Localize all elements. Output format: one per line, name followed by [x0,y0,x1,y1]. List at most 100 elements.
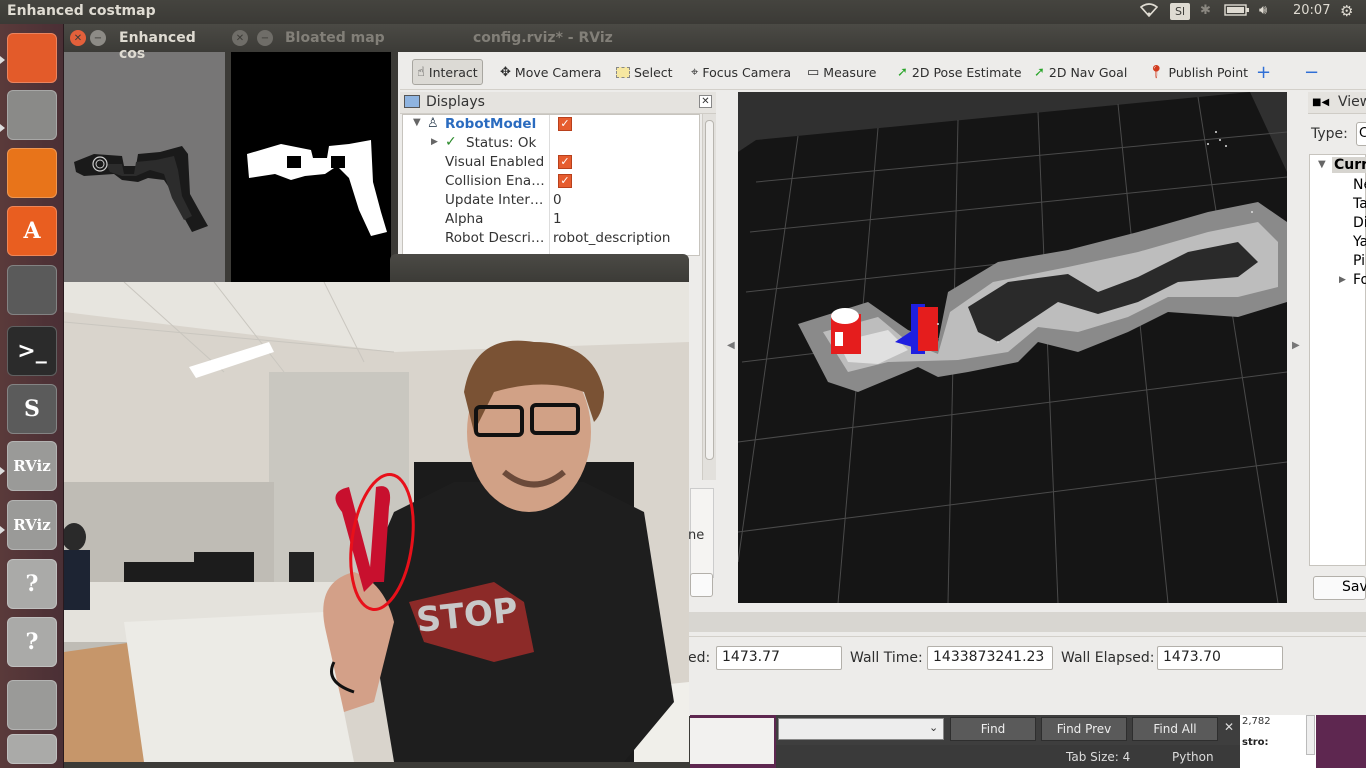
top-panel: Enhanced costmap Sl ✱ 🔊︎ 20:07 ⚙ [0,0,1366,24]
rviz-toolbar: ☝ Interact ✥ Move Camera Select ⌖ Focus Cam… [400,52,1366,90]
pose-estimate-tool[interactable]: ➚ 2D Pose Estimate [893,59,1026,85]
nav-goal-label: 2D Nav Goal [1048,64,1128,80]
rviz-titlebar[interactable]: config.rviz* - RViz [398,24,1366,52]
move-camera-tool[interactable]: ✥ Move Camera [496,59,605,85]
nav-goal-tool[interactable]: ➚ 2D Nav Goal [1030,59,1131,85]
launcher-ubuntu-logo-icon[interactable] [7,33,57,83]
view-prop-pitch[interactable]: Pi [1353,253,1365,269]
view-prop-near[interactable]: Ne [1353,177,1366,193]
close-find-icon[interactable]: ✕ [1224,720,1234,734]
clock[interactable]: 20:07 [1293,3,1330,18]
wall-time-label: Wall Time: [850,650,923,666]
costmap-titlebar[interactable]: ✕ − Enhanced cos [64,24,225,62]
volume-icon[interactable]: 🔊︎ [1259,3,1267,18]
current-view-item[interactable]: Curre [1332,157,1366,173]
launcher-system-settings-icon[interactable] [7,265,57,315]
launcher-files-icon[interactable] [7,90,57,140]
collapse-arrow-icon[interactable]: ▶ [1339,275,1346,285]
displays-title: Displays [426,94,485,110]
displays-tree[interactable]: ▼ ♙ RobotModel ✓ ▶ ✓ Status: Ok Visual E… [402,114,700,256]
launcher-sublime-text-icon[interactable]: S [7,384,57,434]
close-panel-icon[interactable]: ✕ [699,95,712,108]
tab-size-indicator[interactable]: Tab Size: 4 [1066,750,1130,764]
find-all-button[interactable]: Find All [1132,717,1218,741]
tree-row-visual-enabled[interactable]: Visual Enabled ✓ [403,153,699,172]
expand-arrow-icon[interactable]: ▼ [1318,159,1326,170]
interact-tool[interactable]: ☝ Interact [412,59,483,85]
green-arrow-icon: ➚ [1034,64,1045,80]
visual-enabled-checkbox[interactable]: ✓ [558,155,572,169]
collision-enabled-checkbox[interactable]: ✓ [558,174,572,188]
wall-time-field[interactable]: 1433873241.23 [927,646,1053,670]
partial-button[interactable] [690,573,713,597]
launcher-unknown-app-icon[interactable]: ? [7,617,57,667]
tree-row-robotmodel[interactable]: ▼ ♙ RobotModel ✓ [403,115,699,134]
minimize-icon[interactable]: − [90,30,106,46]
launcher-rviz-icon[interactable]: RViz [7,500,57,550]
bluetooth-icon[interactable]: ✱ [1200,3,1211,18]
side-count: 2,782 [1242,716,1271,727]
enhanced-costmap-window[interactable] [64,24,225,292]
dropdown-arrow-icon[interactable]: ⌄ [929,721,938,734]
collapse-arrow-icon[interactable]: ▶ [431,137,438,147]
session-gear-icon[interactable]: ⚙ [1340,2,1353,20]
launcher-drive-icon[interactable] [7,680,57,730]
wifi-icon[interactable] [1139,3,1159,21]
collapse-left-icon[interactable]: ◀ [727,340,735,351]
collapse-right-icon[interactable]: ▶ [1292,340,1300,351]
view-type-select[interactable]: C [1356,122,1366,146]
find-prev-button[interactable]: Find Prev [1041,717,1127,741]
syntax-indicator[interactable]: Python [1172,750,1214,764]
side-scrollbar[interactable] [1306,715,1315,755]
close-icon[interactable]: ✕ [70,30,86,46]
update-interval-value[interactable]: 0 [553,192,562,208]
keyboard-layout-indicator[interactable]: Sl [1170,3,1190,20]
launcher-trash-icon[interactable] [7,734,57,764]
displays-scrollbar[interactable] [702,114,716,480]
rviz-3d-view[interactable] [738,92,1287,603]
camera-titlebar[interactable] [390,254,689,282]
expand-arrow-icon[interactable]: ▼ [413,117,421,128]
battery-icon[interactable] [1224,3,1250,21]
select-tool[interactable]: Select [612,59,677,85]
views-tree[interactable]: ▼ Curre Ne Ta Di Ya Pi ▶ Fo [1309,154,1366,566]
minimize-icon[interactable]: − [257,30,273,46]
robot-description-value[interactable]: robot_description [553,230,670,246]
launcher-terminal-icon[interactable]: >_ [7,326,57,376]
tree-row-collision-enabled[interactable]: Collision Ena… ✓ [403,172,699,191]
find-input[interactable]: ⌄ [778,718,944,740]
remove-tool-button[interactable]: − [1300,59,1323,85]
robotmodel-checkbox[interactable]: ✓ [558,117,572,131]
save-view-button[interactable]: Sav [1313,576,1366,600]
tree-row-update-interval[interactable]: Update Inter… 0 [403,191,699,210]
bloated-map-titlebar[interactable]: ✕ − Bloated map [225,24,398,52]
view-prop-yaw[interactable]: Ya [1353,234,1366,250]
bloated-map-image [247,140,387,236]
tree-row-alpha[interactable]: Alpha 1 [403,210,699,229]
scrollbar-thumb[interactable] [705,120,714,460]
launcher-software-center-icon[interactable]: A [7,206,57,256]
launcher-firefox-icon[interactable] [7,148,57,198]
camera-icon: ■◀ [1312,97,1330,108]
panel-splitter[interactable] [688,612,1366,632]
launcher-unknown-app-icon[interactable]: ? [7,559,57,609]
camera-image-window[interactable]: STOP [64,282,689,762]
wall-elapsed-field[interactable]: 1473.70 [1157,646,1283,670]
publish-point-tool[interactable]: 📍︎ Publish Point [1144,59,1252,85]
tree-row-status[interactable]: ▶ ✓ Status: Ok [403,134,699,153]
view-prop-target[interactable]: Ta [1353,196,1366,212]
launcher-rviz-icon[interactable]: RViz [7,441,57,491]
close-icon[interactable]: ✕ [232,30,248,46]
add-tool-button[interactable]: + [1252,59,1275,85]
ros-elapsed-field[interactable]: 1473.77 [716,646,842,670]
alpha-value[interactable]: 1 [553,211,562,227]
view-prop-distance[interactable]: Di [1353,215,1366,231]
costmap-image [74,146,208,232]
side-panel: 2,782 stro: [1240,715,1316,768]
focus-camera-tool[interactable]: ⌖ Focus Camera [687,59,795,85]
tree-row-robot-description[interactable]: Robot Descri… robot_description [403,229,699,248]
find-button[interactable]: Find [950,717,1036,741]
bloated-map-window[interactable] [231,52,391,292]
view-prop-focal[interactable]: Fo [1353,272,1366,288]
measure-tool[interactable]: ▭ Measure [803,59,880,85]
